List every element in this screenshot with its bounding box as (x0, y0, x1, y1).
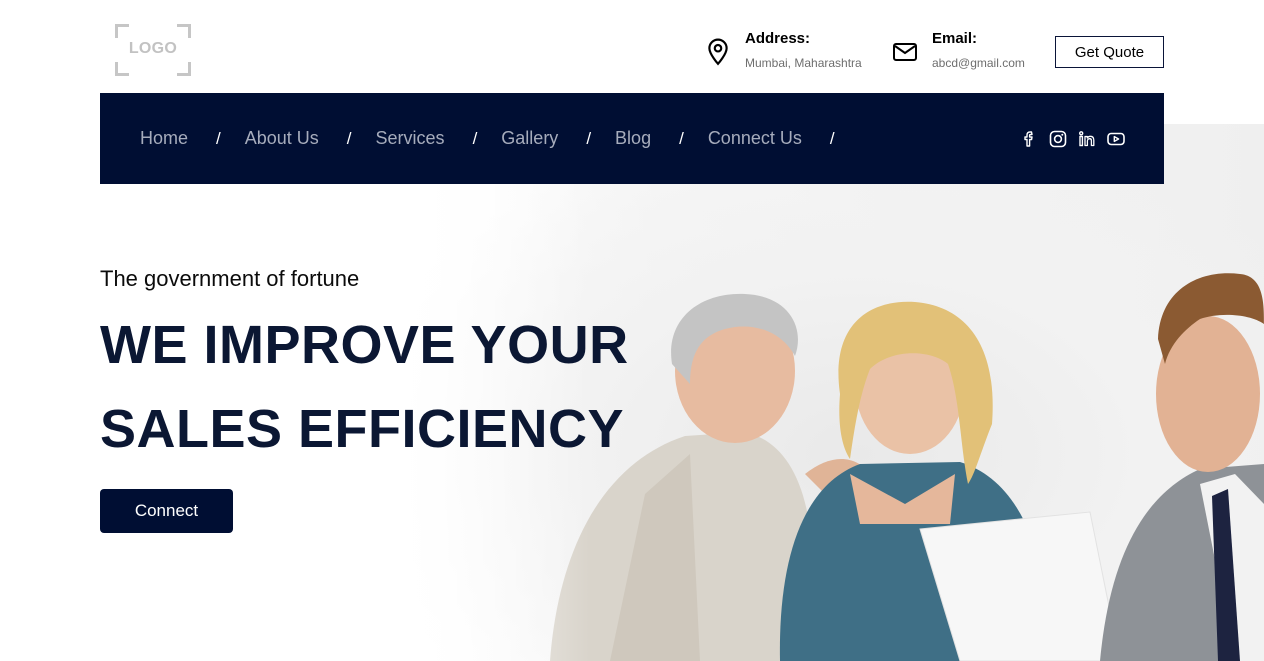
nav-separator: / (829, 128, 835, 148)
hero-photo (400, 124, 1264, 661)
nav-item-home[interactable]: Home (140, 128, 188, 149)
map-pin-icon (708, 38, 728, 66)
nav-item-connect-us[interactable]: Connect Us (708, 128, 802, 149)
youtube-icon[interactable] (1106, 129, 1126, 149)
hero-headline-line2: SALES EFFICIENCY (100, 399, 625, 459)
connect-button[interactable]: Connect (100, 489, 233, 533)
hero-tagline: The government of fortune (100, 266, 360, 291)
nav-separator: / (586, 128, 592, 148)
facebook-icon[interactable] (1019, 129, 1039, 149)
nav-separator: / (216, 128, 221, 148)
address-block: Address: Mumbai, Maharashtra (705, 30, 862, 70)
email-value[interactable]: abcd@gmail.com (932, 56, 1025, 70)
hero-headline-line1: WE IMPROVE YOUR (100, 315, 629, 375)
nav-item-blog[interactable]: Blog (615, 128, 651, 149)
nav-item-services[interactable]: Services (376, 128, 445, 149)
email-title: Email: (932, 30, 978, 47)
instagram-icon[interactable] (1048, 129, 1068, 149)
social-links (1010, 129, 1126, 149)
logo[interactable]: LOGO (115, 24, 191, 76)
mail-icon (893, 43, 917, 61)
email-block: Email: abcd@gmail.com (892, 30, 1025, 70)
nav-separator: / (346, 128, 352, 148)
address-value: Mumbai, Maharashtra (745, 56, 862, 70)
nav-separator: / (472, 128, 478, 148)
address-title: Address: (745, 30, 811, 47)
main-nav: Home / About Us / Services / Gallery / B… (100, 93, 1164, 184)
nav-separator: / (679, 128, 684, 148)
nav-list: Home / About Us / Services / Gallery / B… (140, 93, 859, 184)
nav-item-about-us[interactable]: About Us (245, 128, 319, 149)
get-quote-button[interactable]: Get Quote (1055, 36, 1164, 68)
logo-text: LOGO (128, 40, 178, 57)
nav-item-gallery[interactable]: Gallery (501, 128, 558, 149)
linkedin-icon[interactable] (1077, 129, 1097, 149)
